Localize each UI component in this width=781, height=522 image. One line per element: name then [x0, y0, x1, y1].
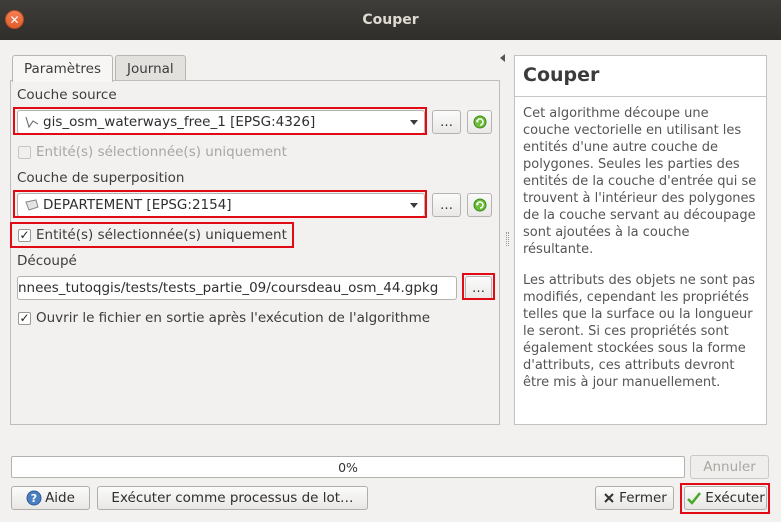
overlay-layer-combo[interactable]: DEPARTEMENT [EPSG:2154]: [17, 193, 425, 217]
run-button[interactable]: Exécuter: [684, 486, 767, 510]
source-selected-only-checkbox[interactable]: [18, 146, 31, 159]
progress-bar: 0%: [11, 456, 685, 478]
source-browse-button[interactable]: …: [432, 110, 461, 134]
overlay-iterate-button[interactable]: [467, 193, 492, 217]
source-selected-only-label: Entité(s) sélectionnée(s) uniquement: [36, 144, 287, 160]
run-button-label: Exécuter: [705, 490, 765, 506]
progress-text: 0%: [338, 459, 358, 475]
polygon-layer-icon: [25, 199, 39, 211]
help-paragraph-2: Les attributs des objets ne sont pas mod…: [523, 273, 756, 390]
source-layer-value: gis_osm_waterways_free_1 [EPSG:4326]: [43, 114, 316, 130]
help-divider: [515, 96, 766, 97]
open-output-label: Ouvrir le fichier en sortie après l'exéc…: [36, 310, 431, 326]
iterate-icon: [473, 198, 486, 212]
tab-journal[interactable]: Journal: [114, 55, 186, 81]
overlay-browse-button[interactable]: …: [432, 193, 461, 217]
source-layer-label: Couche source: [17, 87, 117, 103]
tab-bar: Paramètres Journal: [12, 55, 188, 82]
help-icon: ?: [26, 490, 42, 506]
overlay-selected-only-checkbox[interactable]: ✓: [18, 229, 31, 242]
overlay-layer-value: DEPARTEMENT [EPSG:2154]: [43, 197, 232, 213]
output-path-field[interactable]: nnees_tutoqgis/tests/tests_partie_09/cou…: [17, 276, 457, 300]
line-layer-icon: [25, 116, 39, 129]
overlay-layer-label: Couche de superposition: [17, 170, 185, 186]
overlay-selected-only-label: Entité(s) sélectionnée(s) uniquement: [36, 227, 287, 243]
iterate-icon: [473, 115, 486, 129]
close-icon[interactable]: ✕: [5, 10, 24, 29]
chevron-down-icon: [410, 120, 418, 125]
close-x-icon: [604, 493, 614, 503]
svg-text:?: ?: [31, 492, 37, 505]
close-button-label: Fermer: [619, 490, 667, 506]
help-panel: Couper Cet algorithme découpe une couche…: [514, 55, 767, 425]
output-label: Découpé: [17, 253, 77, 269]
checkmark-icon: [687, 492, 702, 505]
source-iterate-button[interactable]: [467, 110, 492, 134]
output-path-value: nnees_tutoqgis/tests/tests_partie_09/cou…: [18, 280, 439, 296]
help-title: Couper: [523, 64, 600, 86]
window-title: Couper: [362, 12, 419, 28]
cancel-button[interactable]: Annuler: [690, 455, 769, 479]
output-browse-button[interactable]: …: [465, 276, 492, 300]
chevron-down-icon: [410, 203, 418, 208]
help-button-label: Aide: [45, 490, 75, 506]
splitter-handle[interactable]: [506, 232, 509, 246]
help-paragraph-1: Cet algorithme découpe une couche vector…: [523, 106, 757, 257]
tab-parametres[interactable]: Paramètres: [12, 55, 113, 82]
close-button[interactable]: Fermer: [595, 486, 674, 510]
title-bar: ✕ Couper: [0, 0, 781, 40]
open-output-checkbox[interactable]: ✓: [18, 312, 31, 325]
help-button[interactable]: ? Aide: [11, 486, 90, 510]
collapse-arrow-icon[interactable]: [500, 54, 505, 62]
batch-process-button[interactable]: Exécuter comme processus de lot…: [97, 486, 368, 510]
source-layer-combo[interactable]: gis_osm_waterways_free_1 [EPSG:4326]: [17, 110, 425, 134]
